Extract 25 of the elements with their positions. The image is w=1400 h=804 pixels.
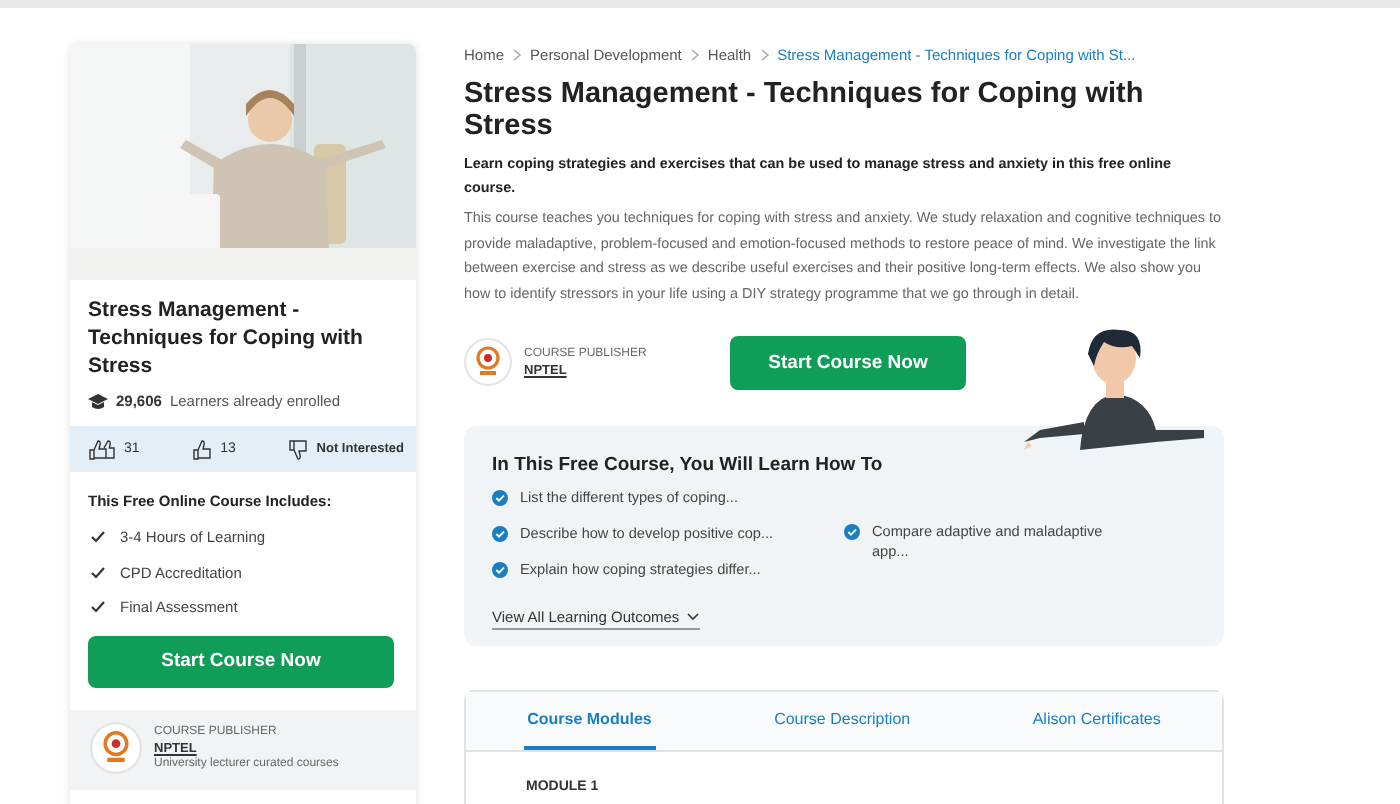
tab[interactable]: Course Description [770, 692, 915, 750]
outcomes-heading: In This Free Course, You Will Learn How To [492, 454, 885, 476]
check-circle-icon [492, 490, 508, 506]
publisher-logo [90, 722, 142, 774]
check-icon [90, 600, 106, 615]
tab[interactable]: Course Modules [523, 692, 656, 750]
chevron-down-icon [685, 612, 700, 622]
course-title: Stress Management - Techniques for Coping with Stress [88, 296, 365, 380]
page-title: Stress Management - Techniques for Coping with Stress [464, 78, 1146, 142]
chevron-icon [759, 48, 770, 62]
chevron-icon [512, 48, 523, 62]
check-icon [90, 530, 106, 545]
publisher-logo [464, 338, 512, 386]
graduation-cap-icon [88, 393, 108, 409]
check-circle-icon [492, 526, 508, 542]
double-thumbs-up-icon[interactable] [88, 439, 116, 459]
start-course-button[interactable]: Start Course Now [730, 335, 966, 389]
tab[interactable]: Alison Certificates [1028, 692, 1165, 750]
chevron-icon [689, 48, 700, 62]
check-circle-icon [492, 562, 508, 578]
check-icon [90, 565, 106, 580]
check-circle-icon [844, 524, 860, 540]
thumbs-up-icon[interactable] [192, 439, 213, 459]
start-course-button[interactable]: Start Course Now [88, 635, 394, 687]
thumbs-down-icon[interactable] [288, 439, 309, 459]
